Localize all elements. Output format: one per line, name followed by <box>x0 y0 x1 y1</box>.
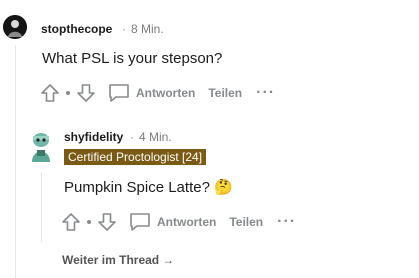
avatar-shyfidelity[interactable] <box>27 130 55 164</box>
reply-button[interactable]: Antworten <box>129 212 216 232</box>
avatar-stopthecope[interactable] <box>3 15 27 39</box>
user-flair: Certified Proctologist [24] <box>64 149 207 165</box>
share-button[interactable]: Teilen <box>229 215 263 229</box>
thread-line-reply[interactable] <box>41 172 42 242</box>
reply-label: Antworten <box>136 86 196 100</box>
arrow-right-icon: → <box>162 253 175 267</box>
separator-dot: · <box>130 130 134 144</box>
continue-thread-link[interactable]: Weiter im Thread → <box>62 253 174 267</box>
comment-icon <box>109 84 129 102</box>
comment-actions: Antworten Teilen ··· <box>40 80 275 106</box>
comment-body: What PSL is your stepson? <box>42 50 223 67</box>
downvote-icon[interactable] <box>76 83 96 103</box>
more-icon[interactable]: ··· <box>277 213 296 231</box>
comment-actions: Antworten Teilen ··· <box>61 209 296 235</box>
downvote-icon[interactable] <box>97 212 117 232</box>
avatar-image <box>27 130 55 164</box>
timestamp[interactable]: 4 Min. <box>139 130 172 144</box>
avatar-image <box>3 15 27 39</box>
username[interactable]: shyfidelity <box>64 130 123 144</box>
share-button[interactable]: Teilen <box>208 86 242 100</box>
upvote-icon[interactable] <box>40 83 60 103</box>
thread-line-root[interactable] <box>15 46 16 278</box>
reply-button[interactable]: Antworten <box>108 83 195 103</box>
upvote-icon[interactable] <box>61 212 81 232</box>
comment-body: Pumpkin Spice Latte? 🤔 <box>64 179 233 196</box>
continue-thread-label: Weiter im Thread <box>62 253 160 267</box>
separator-dot: · <box>122 22 126 36</box>
reply-label: Antworten <box>157 215 217 229</box>
vote-score-dot <box>87 220 91 224</box>
timestamp[interactable]: 8 Min. <box>131 22 164 36</box>
comment-icon <box>130 213 150 231</box>
more-icon[interactable]: ··· <box>256 84 275 102</box>
username[interactable]: stopthecope <box>41 22 112 36</box>
vote-score-dot <box>66 91 70 95</box>
